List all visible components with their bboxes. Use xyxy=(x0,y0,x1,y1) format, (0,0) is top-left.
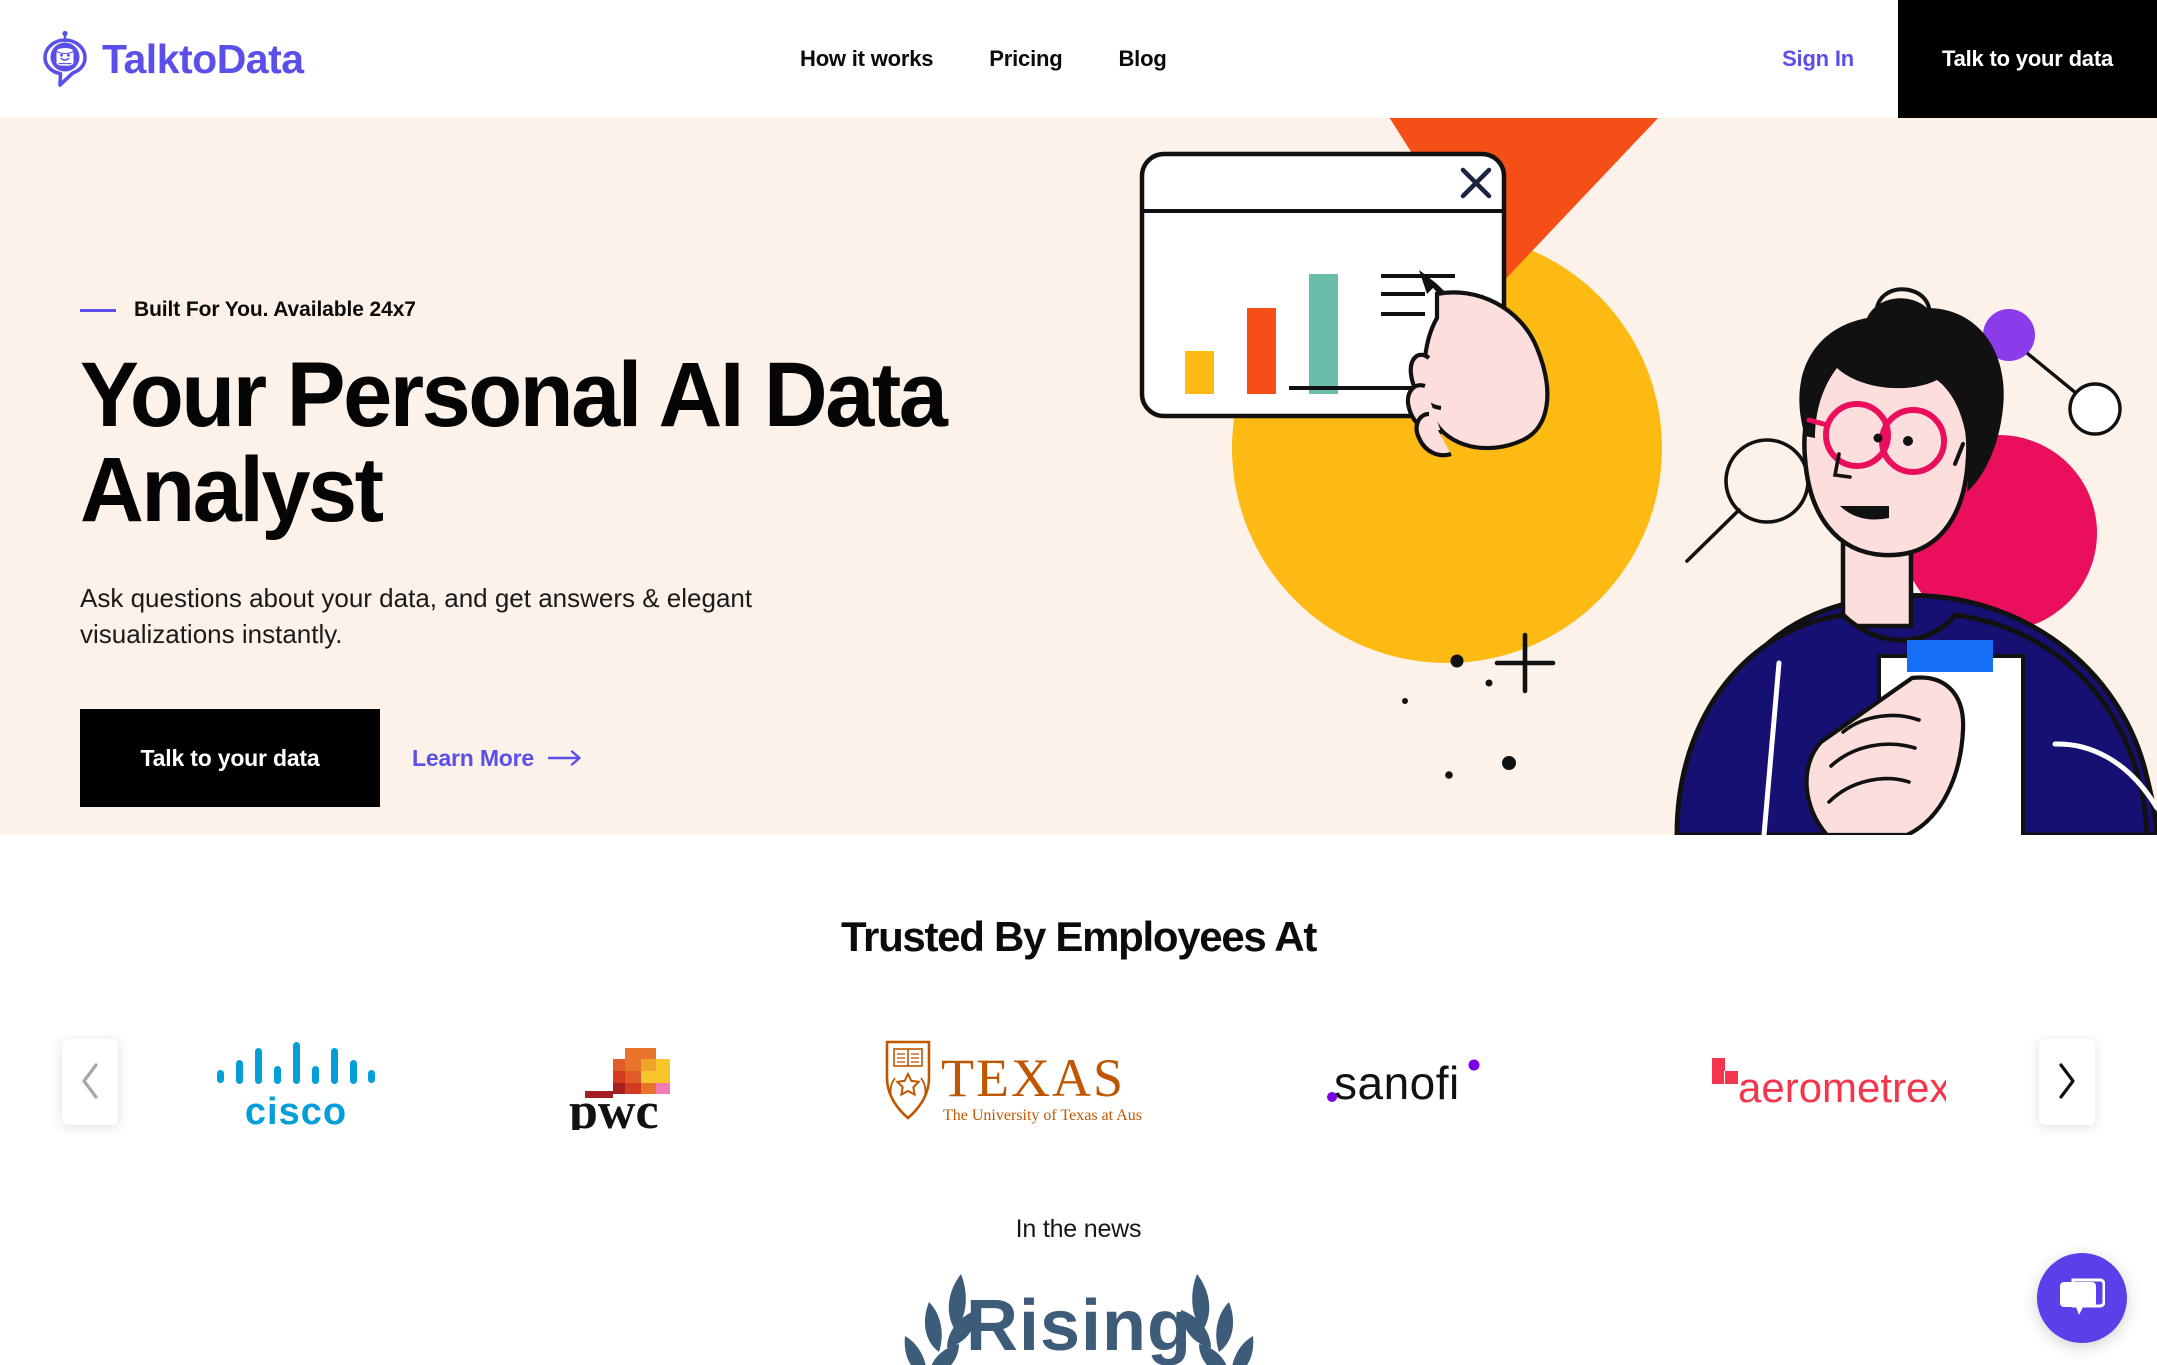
robot-database-logo-icon xyxy=(38,30,92,88)
chevron-left-icon xyxy=(79,1062,101,1103)
nav-link-pricing[interactable]: Pricing xyxy=(989,46,1062,72)
hero-subtitle: Ask questions about your data, and get a… xyxy=(80,582,753,650)
trusted-by-section: Trusted By Employees At cisco pwc TEXAS … xyxy=(0,835,2157,1157)
chat-widget-button[interactable] xyxy=(2037,1253,2127,1343)
trusted-by-title: Trusted By Employees At xyxy=(840,913,1317,960)
hero-actions: Talk to your data Learn More xyxy=(80,709,1060,808)
logo-aerometrex[interactable]: aerometrex xyxy=(1708,1017,1946,1147)
rising-award-badge[interactable]: Rising xyxy=(0,1262,2157,1365)
logo-texas[interactable]: TEXAS The University of Texas at Austin xyxy=(875,1017,1143,1147)
brand-name: TalktoData xyxy=(102,35,304,82)
primary-nav-links: How it works Pricing Blog xyxy=(800,46,1167,72)
hero-eyebrow-text: Built For You. Available 24x7 xyxy=(134,298,416,321)
logo-sanofi[interactable]: sanofi xyxy=(1326,1017,1526,1147)
nav-link-blog[interactable]: Blog xyxy=(1118,46,1166,72)
svg-text:sanofi: sanofi xyxy=(1334,1057,1460,1109)
arrow-right-icon xyxy=(547,749,584,767)
learn-more-link[interactable]: Learn More xyxy=(412,745,584,772)
laurel-wreath-icon: Rising xyxy=(869,1262,1289,1365)
sign-in-link[interactable]: Sign In xyxy=(1738,0,1898,118)
close-x-icon xyxy=(1460,167,1492,199)
svg-text:TEXAS: TEXAS xyxy=(941,1048,1125,1108)
data-analyst-illustration xyxy=(1137,118,2157,835)
nav-talk-to-your-data-button[interactable]: Talk to your data xyxy=(1898,0,2157,118)
chevron-right-icon xyxy=(2056,1062,2078,1103)
logo-cisco[interactable]: cisco xyxy=(211,1017,381,1147)
svg-text:aerometrex: aerometrex xyxy=(1738,1064,1946,1111)
hero-talk-to-your-data-button[interactable]: Talk to your data xyxy=(80,709,380,808)
nav-link-how-it-works[interactable]: How it works xyxy=(800,46,933,72)
in-the-news-label: In the news xyxy=(1015,1215,1142,1243)
eyebrow-dash-icon xyxy=(80,308,116,312)
hero-section: Built For You. Available 24x7 Your Perso… xyxy=(0,118,2157,835)
svg-text:pwc: pwc xyxy=(569,1083,659,1130)
nav-right-group: Sign In Talk to your data xyxy=(1738,0,2157,118)
logo-pwc[interactable]: pwc xyxy=(563,1017,693,1147)
hero-title: Your Personal AI Data Analyst xyxy=(80,344,948,541)
svg-text:The University of Texas at Aus: The University of Texas at Austin xyxy=(943,1107,1143,1124)
logo-carousel: cisco pwc TEXAS The University of Texas … xyxy=(0,1007,2157,1157)
carousel-next-button[interactable] xyxy=(2039,1039,2095,1125)
learn-more-label: Learn More xyxy=(412,744,534,771)
svg-text:Rising: Rising xyxy=(965,1286,1191,1365)
top-navigation-bar: TalktoData How it works Pricing Blog Sig… xyxy=(0,0,2157,118)
carousel-prev-button[interactable] xyxy=(62,1039,118,1125)
svg-text:cisco: cisco xyxy=(245,1091,347,1128)
hero-copy: Built For You. Available 24x7 Your Perso… xyxy=(80,298,1060,808)
brand-logo-link[interactable]: TalktoData xyxy=(38,30,304,88)
in-the-news-section: In the news Rising xyxy=(0,1157,2157,1365)
hero-eyebrow: Built For You. Available 24x7 xyxy=(80,298,1060,322)
chat-bubble-icon xyxy=(2059,1276,2106,1321)
